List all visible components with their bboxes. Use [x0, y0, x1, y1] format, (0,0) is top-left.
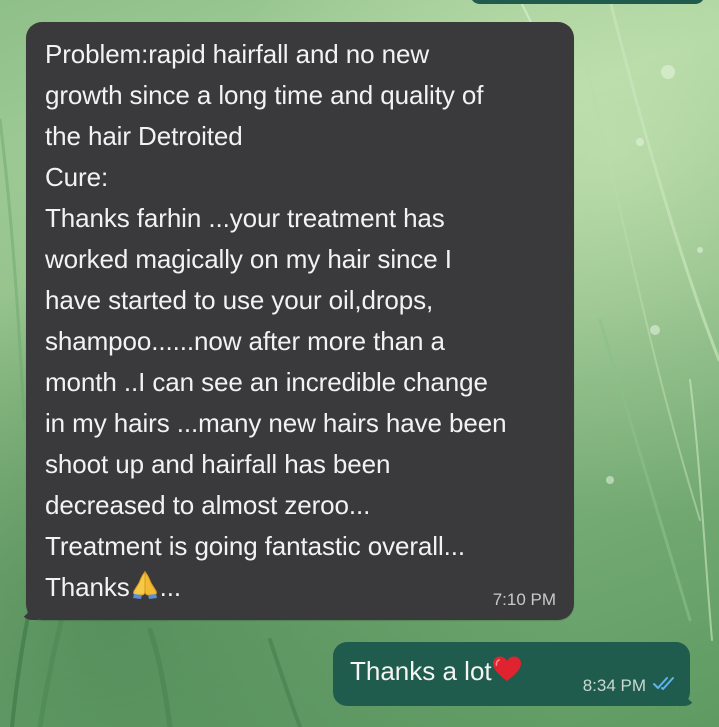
outgoing-message-time: 8:34 PM: [582, 675, 646, 695]
read-double-check-icon: [652, 675, 678, 696]
folded-hands-emoji: [130, 569, 160, 611]
message-line: decreased to almost zeroo...: [45, 490, 371, 520]
previous-message-bubble-edge: [470, 0, 705, 4]
outgoing-message-bubble[interactable]: Thanks a lot 8:34 PM: [333, 642, 690, 706]
message-line: shampoo......now after more than a: [45, 326, 445, 356]
message-line: Thanks: [45, 572, 130, 602]
message-line: worked magically on my hair since I: [45, 244, 452, 274]
incoming-message-time: 7:10 PM: [492, 590, 556, 609]
incoming-message-bubble[interactable]: Problem:rapid hairfall and no new growth…: [26, 22, 574, 620]
message-line: Cure:: [45, 162, 109, 192]
outgoing-message-meta: 8:34 PM: [583, 675, 678, 696]
message-line: Problem:rapid hairfall and no new: [45, 39, 430, 69]
message-ellipsis: ...: [159, 572, 182, 602]
message-line: shoot up and hairfall has been: [45, 449, 391, 479]
message-line: have started to use your oil,drops,: [45, 285, 434, 315]
message-last-line: Thanks ...: [45, 567, 554, 611]
message-line: Treatment is going fantastic overall...: [45, 531, 465, 561]
outgoing-message-text: Thanks a lot: [350, 656, 492, 686]
message-line: month ..I can see an incredible change: [45, 367, 488, 397]
message-line: the hair Detroited: [45, 121, 243, 151]
message-line: growth since a long time and quality of: [45, 80, 484, 110]
red-heart-emoji: [492, 655, 522, 691]
message-line: in my hairs ...many new hairs have been: [45, 408, 507, 438]
message-line: Thanks farhin ...your treatment has: [45, 203, 445, 233]
